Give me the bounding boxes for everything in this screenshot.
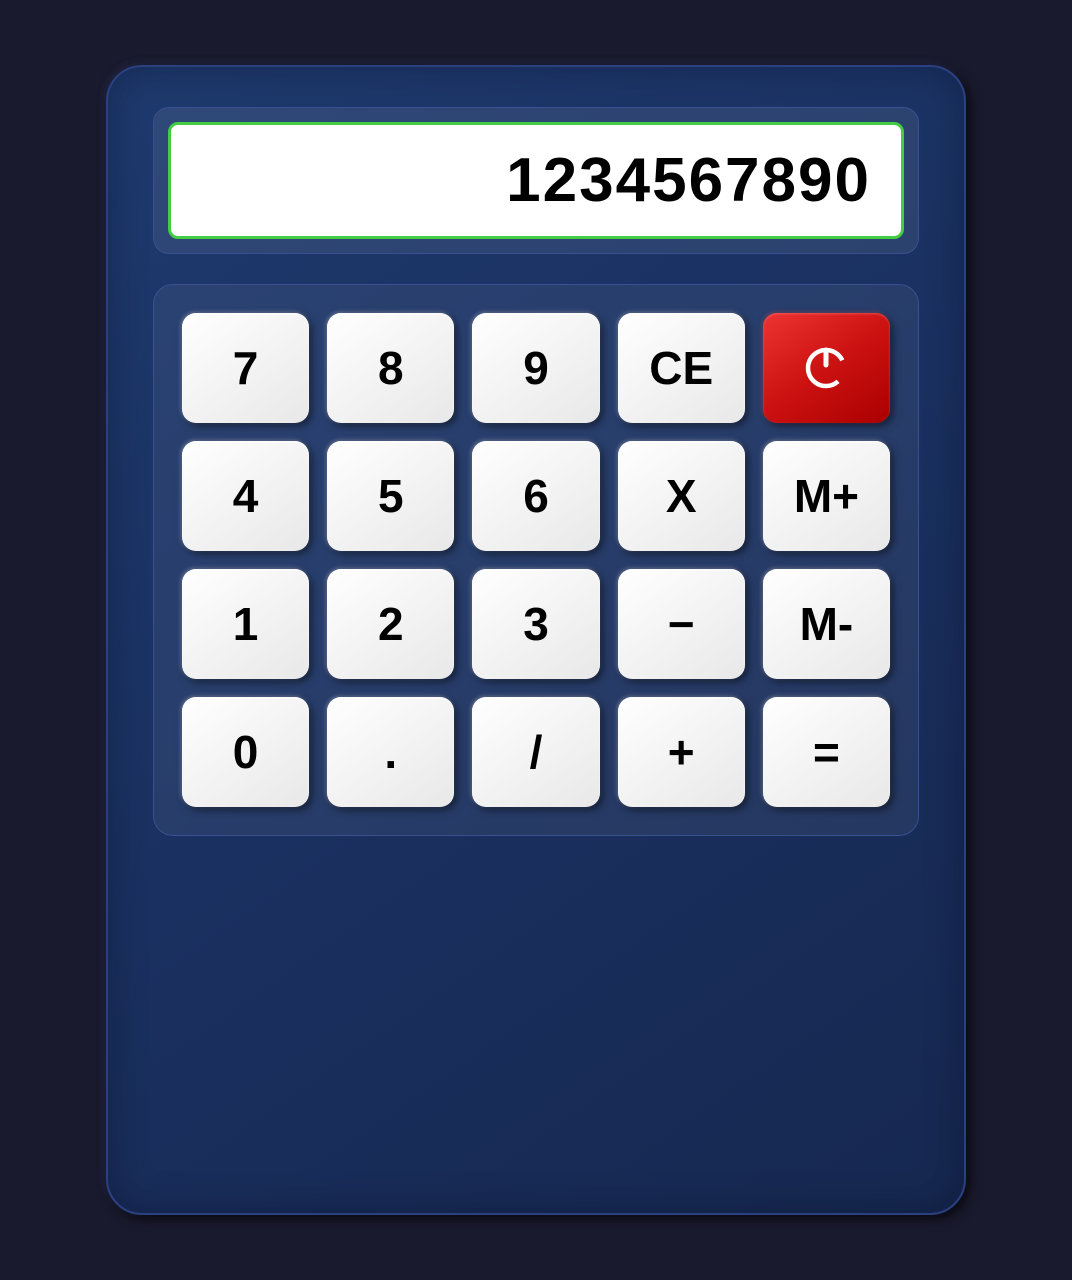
key-row-3: 1 2 3 − M-: [182, 569, 890, 679]
btn-mplus[interactable]: M+: [763, 441, 890, 551]
key-row-2: 4 5 6 X M+: [182, 441, 890, 551]
btn-equals[interactable]: =: [763, 697, 890, 807]
keypad: 7 8 9 CE 4 5 6 X M+ 1 2 3 − M-: [153, 284, 919, 836]
btn-multiply[interactable]: X: [618, 441, 745, 551]
display-value: 1234567890: [506, 145, 871, 216]
btn-dot[interactable]: .: [327, 697, 454, 807]
key-row-1: 7 8 9 CE: [182, 313, 890, 423]
btn-9[interactable]: 9: [472, 313, 599, 423]
display: 1234567890: [168, 122, 904, 239]
btn-7[interactable]: 7: [182, 313, 309, 423]
btn-plus[interactable]: +: [618, 697, 745, 807]
btn-0[interactable]: 0: [182, 697, 309, 807]
calculator: 1234567890 7 8 9 CE 4 5 6 X M+: [106, 65, 966, 1215]
btn-mminus[interactable]: M-: [763, 569, 890, 679]
btn-4[interactable]: 4: [182, 441, 309, 551]
btn-5[interactable]: 5: [327, 441, 454, 551]
btn-6[interactable]: 6: [472, 441, 599, 551]
key-row-4: 0 . / + =: [182, 697, 890, 807]
btn-power[interactable]: [763, 313, 890, 423]
btn-8[interactable]: 8: [327, 313, 454, 423]
display-wrapper: 1234567890: [153, 107, 919, 254]
btn-ce[interactable]: CE: [618, 313, 745, 423]
btn-minus[interactable]: −: [618, 569, 745, 679]
btn-1[interactable]: 1: [182, 569, 309, 679]
btn-divide[interactable]: /: [472, 697, 599, 807]
btn-3[interactable]: 3: [472, 569, 599, 679]
power-icon: [799, 341, 853, 395]
btn-2[interactable]: 2: [327, 569, 454, 679]
